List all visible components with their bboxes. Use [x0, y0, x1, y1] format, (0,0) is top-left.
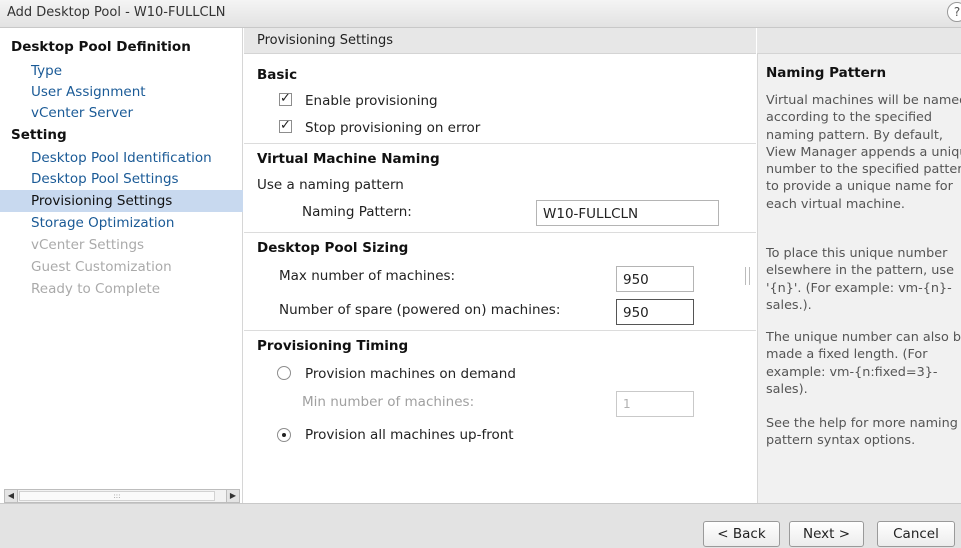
nav-horizontal-scrollbar[interactable]: ◀ ::: ▶	[4, 489, 240, 503]
divider	[244, 330, 756, 331]
min-machines-input: 1	[616, 391, 694, 417]
help-paragraph-4: See the help for more naming pattern syn…	[766, 416, 958, 449]
cancel-button[interactable]: Cancel	[877, 521, 955, 547]
window-title: Add Desktop Pool - W10-FULLCLN	[7, 5, 226, 20]
stop-on-error-label: Stop provisioning on error	[305, 120, 481, 136]
basic-heading: Basic	[257, 67, 298, 83]
help-paragraph-3: The unique number can also be made a fix…	[766, 330, 961, 397]
scroll-thumb[interactable]: :::	[19, 491, 215, 501]
help-paragraph-2: To place this unique number elsewhere in…	[766, 246, 954, 313]
help-title: Naming Pattern	[766, 65, 887, 81]
provisioning-timing-heading: Provisioning Timing	[257, 338, 409, 354]
wizard-nav: Desktop Pool Definition Type User Assign…	[0, 28, 243, 503]
nav-item-user-assignment[interactable]: User Assignment	[31, 84, 146, 100]
pane-resize-grip[interactable]	[745, 267, 750, 285]
provisioning-settings-panel: Basic Enable provisioning Stop provision…	[244, 54, 756, 503]
enable-provisioning-checkbox[interactable]	[279, 91, 292, 106]
min-machines-label: Min number of machines:	[302, 394, 475, 410]
content-header: Provisioning Settings	[244, 28, 756, 54]
back-button[interactable]: < Back	[703, 521, 780, 547]
nav-item-storage-optimization[interactable]: Storage Optimization	[31, 215, 174, 231]
spare-machines-input[interactable]: 950	[616, 299, 694, 325]
pool-sizing-heading: Desktop Pool Sizing	[257, 240, 409, 256]
stop-on-error-checkbox[interactable]	[279, 118, 292, 133]
max-machines-label: Max number of machines:	[279, 268, 456, 284]
up-front-label: Provision all machines up-front	[305, 427, 514, 443]
nav-item-vcenter-settings: vCenter Settings	[31, 237, 145, 253]
help-pane: Naming Pattern Virtual machines will be …	[757, 54, 961, 503]
nav-section-setting: Setting	[11, 127, 67, 143]
use-naming-pattern-label: Use a naming pattern	[257, 177, 404, 193]
wizard-footer: < Back Next > Cancel	[0, 503, 961, 548]
nav-item-pool-identification[interactable]: Desktop Pool Identification	[31, 150, 212, 166]
enable-provisioning-label: Enable provisioning	[305, 93, 438, 109]
next-button[interactable]: Next >	[789, 521, 864, 547]
up-front-radio[interactable]	[277, 428, 291, 442]
nav-item-provisioning-settings[interactable]: Provisioning Settings	[31, 193, 172, 209]
nav-item-ready-to-complete: Ready to Complete	[31, 281, 161, 297]
scroll-right-arrow-icon[interactable]: ▶	[226, 490, 239, 502]
vm-naming-heading: Virtual Machine Naming	[257, 151, 440, 167]
nav-item-pool-settings[interactable]: Desktop Pool Settings	[31, 171, 179, 187]
help-icon[interactable]: ?	[947, 2, 961, 22]
naming-pattern-input[interactable]: W10-FULLCLN	[536, 200, 719, 226]
on-demand-radio[interactable]	[277, 366, 291, 380]
window-titlebar: Add Desktop Pool - W10-FULLCLN ?	[0, 0, 961, 28]
naming-pattern-label: Naming Pattern:	[302, 204, 412, 220]
content-header-title: Provisioning Settings	[257, 33, 394, 48]
nav-section-definition: Desktop Pool Definition	[11, 39, 191, 55]
nav-item-guest-customization: Guest Customization	[31, 259, 172, 275]
nav-item-type[interactable]: Type	[31, 63, 62, 79]
help-pane-header	[757, 28, 961, 54]
scroll-left-arrow-icon[interactable]: ◀	[5, 490, 18, 502]
nav-item-vcenter-server[interactable]: vCenter Server	[31, 105, 133, 121]
on-demand-label: Provision machines on demand	[305, 366, 516, 382]
max-machines-input[interactable]: 950	[616, 266, 694, 292]
divider	[244, 143, 756, 144]
divider	[244, 232, 756, 233]
help-paragraph-1: Virtual machines will be named according…	[766, 93, 961, 212]
spare-machines-label: Number of spare (powered on) machines:	[279, 302, 561, 318]
